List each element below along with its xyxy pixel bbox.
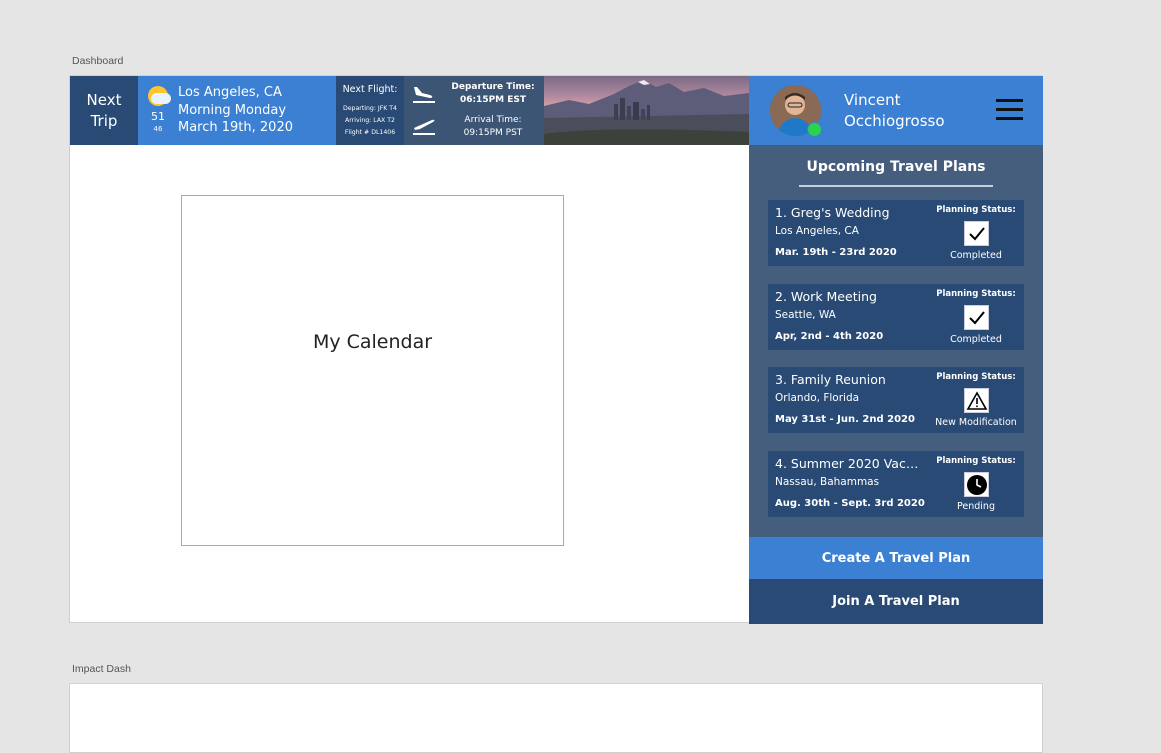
- next-flight-panel: Next Flight: Departing: JFK T4 Arriving:…: [336, 76, 404, 145]
- travel-plan-card[interactable]: 3. Family Reunion Orlando, Florida May 3…: [768, 367, 1024, 433]
- create-travel-plan-button[interactable]: Create A Travel Plan: [749, 537, 1043, 579]
- arrival-time: 09:15PM PST: [463, 128, 523, 138]
- temp-high: 51: [151, 110, 165, 123]
- arrival-label: Arrival Time:: [464, 115, 522, 125]
- plane-takeoff-icon: [413, 119, 435, 135]
- departure-time: 06:15PM EST: [459, 95, 527, 105]
- temp-low: 46: [153, 125, 163, 133]
- travel-plan-card[interactable]: 4. Summer 2020 Vaccat... Nassau, Bahamma…: [768, 451, 1024, 517]
- weather-panel: 51 46 Los Angeles, CA Morning Monday Mar…: [138, 76, 336, 145]
- next-trip-label: Next Trip: [70, 76, 138, 145]
- planning-status-label: Planning Status:: [936, 456, 1016, 466]
- arriving-terminal: Arriving: LAX T2: [345, 117, 395, 124]
- plans-title-underline: [799, 185, 993, 187]
- flight-times-panel: Departure Time: 06:15PM EST Arrival Time…: [442, 76, 544, 145]
- weather-day: Morning Monday: [178, 102, 287, 118]
- los-angeles-skyline-image: [544, 76, 749, 145]
- upcoming-travel-plans-panel: Upcoming Travel Plans 1. Greg's Wedding …: [749, 145, 1043, 537]
- travel-plan-card[interactable]: 1. Greg's Wedding Los Angeles, CA Mar. 1…: [768, 200, 1024, 266]
- plan-status: Completed: [950, 250, 1002, 261]
- plans-title: Upcoming Travel Plans: [806, 159, 986, 175]
- hamburger-menu-icon[interactable]: [996, 99, 1023, 121]
- calendar-panel[interactable]: My Calendar: [181, 195, 564, 546]
- planning-status-label: Planning Status:: [936, 205, 1016, 215]
- departing-terminal: Departing: JFK T4: [342, 105, 397, 112]
- plane-landing-icon: [413, 87, 435, 103]
- travel-plan-card[interactable]: 2. Work Meeting Seattle, WA Apr, 2nd - 4…: [768, 284, 1024, 350]
- impact-dash-frame-label: Impact Dash: [72, 663, 131, 675]
- plan-title: 4. Summer 2020 Vaccat...: [775, 456, 920, 471]
- plan-status: New Modification: [935, 417, 1017, 428]
- planning-status-label: Planning Status:: [936, 372, 1016, 382]
- user-header: Vincent Occhiogrosso: [749, 76, 1043, 145]
- plan-location: Seattle, WA: [775, 309, 836, 321]
- impact-dash-frame: [69, 683, 1043, 753]
- flight-icons-panel: [404, 76, 442, 145]
- user-first-name: Vincent: [844, 91, 901, 109]
- plan-location: Los Angeles, CA: [775, 225, 859, 237]
- next-trip-line1: Next: [86, 90, 122, 109]
- flight-number: Flight # DL1406: [344, 129, 396, 136]
- online-status-dot: [807, 122, 822, 137]
- plan-location: Orlando, Florida: [775, 392, 860, 404]
- checkmark-icon: [964, 305, 989, 330]
- clock-icon: [964, 472, 989, 497]
- dashboard-frame-label: Dashboard: [72, 55, 124, 67]
- plan-dates: Mar. 19th - 23rd 2020: [775, 247, 897, 258]
- plan-dates: May 31st - Jun. 2nd 2020: [775, 414, 915, 425]
- dashboard-frame: Next Trip 51 46 Los Angeles, CA Morning …: [69, 75, 1043, 624]
- plan-status: Pending: [957, 501, 995, 512]
- weather-location: Los Angeles, CA: [178, 85, 282, 100]
- plan-title: 3. Family Reunion: [775, 372, 886, 387]
- user-last-name: Occhiogrosso: [844, 112, 945, 130]
- plan-dates: Aug. 30th - Sept. 3rd 2020: [775, 498, 925, 509]
- next-flight-title: Next Flight:: [342, 84, 398, 95]
- calendar-label: My Calendar: [312, 330, 433, 353]
- checkmark-icon: [964, 221, 989, 246]
- cloud-icon: [151, 93, 171, 104]
- plan-status: Completed: [950, 334, 1002, 345]
- plan-title: 2. Work Meeting: [775, 289, 877, 304]
- warning-icon: [964, 388, 989, 413]
- planning-status-label: Planning Status:: [936, 289, 1016, 299]
- plan-location: Nassau, Bahammas: [775, 476, 880, 488]
- plan-title: 1. Greg's Wedding: [775, 205, 890, 220]
- next-trip-line2: Trip: [90, 111, 118, 130]
- join-travel-plan-button[interactable]: Join A Travel Plan: [749, 579, 1043, 624]
- weather-date: March 19th, 2020: [178, 120, 293, 135]
- departure-label: Departure Time:: [451, 82, 535, 92]
- plan-dates: Apr, 2nd - 4th 2020: [775, 331, 884, 342]
